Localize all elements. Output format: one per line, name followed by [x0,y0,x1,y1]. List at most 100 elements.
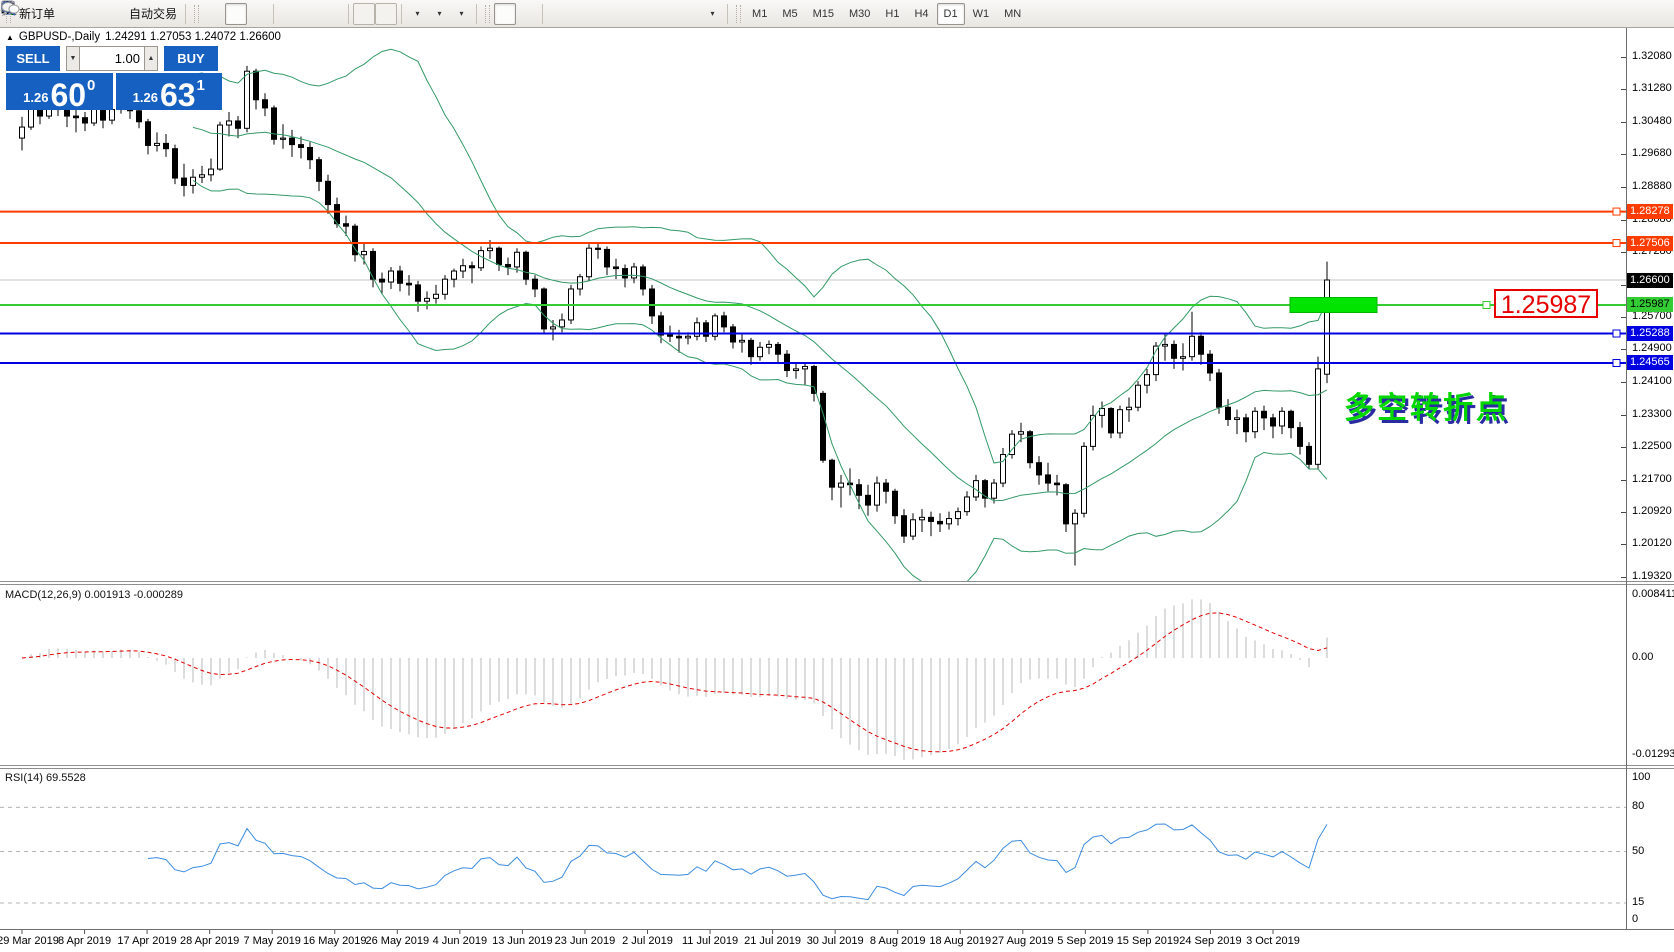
price-tick-mark [1621,122,1626,123]
timeframe-button-h4[interactable]: H4 [907,3,935,25]
macd-axis-label: 0.008411 [1632,588,1674,600]
macd-pane [22,599,1327,760]
toolbar-grip[interactable] [485,5,490,23]
sell-price-big: 60 [50,80,86,110]
indicators-dropdown[interactable]: ▾ [416,9,420,18]
chart-annotation-text[interactable]: 多空转折点 [1344,383,1509,427]
date-axis-label: 3 Oct 2019 [1233,935,1313,947]
price-tick-mark [1621,317,1626,318]
macd-axis-label: 0.00 [1632,651,1653,663]
horizontal-level-lines[interactable] [0,208,1626,366]
rsi-axis-label: 100 [1632,771,1650,783]
zoom-in-button[interactable] [278,3,300,25]
text-tool[interactable]: A [657,3,679,25]
tile-windows-button[interactable] [322,3,344,25]
sell-price-display[interactable]: 1.26 60 0 [6,73,113,110]
channel-tool[interactable]: E [613,3,635,25]
price-tick-label: 1.29680 [1632,147,1672,159]
pane-separator[interactable] [0,765,1674,769]
price-tick-mark [1621,544,1626,545]
autotrade-button[interactable]: 自动交易 [125,3,181,25]
vertical-line-tool[interactable] [547,3,569,25]
bollinger-bands [193,49,1327,591]
templates-button[interactable]: ▾ [450,3,472,25]
timeframe-button-h1[interactable]: H1 [878,3,906,25]
timeframe-bar: M1M5M15M30H1H4D1W1MN [745,3,1028,25]
price-tick-label: 1.20920 [1632,505,1672,517]
price-tick-mark [1621,447,1626,448]
search-button[interactable] [1538,3,1560,25]
price-tick-mark [1621,220,1626,221]
macd-label: MACD(12,26,9) 0.001913 -0.000289 [5,589,183,601]
price-tick-mark [1621,415,1626,416]
timeframe-button-m1[interactable]: M1 [745,3,774,25]
auto-scroll-button[interactable] [353,3,375,25]
collapse-icon[interactable]: ▲ [6,33,14,42]
arrows-dropdown[interactable]: ▾ [711,9,715,18]
new-order-button[interactable]: 新订单 [15,3,59,25]
timeframe-button-m5[interactable]: M5 [775,3,804,25]
chart-shift-button[interactable] [375,3,397,25]
one-click-trading-panel: SELL ▼ ▲ BUY 1.26 60 0 1.26 63 1 [6,46,222,110]
volume-decrease-button[interactable]: ▼ [66,46,80,71]
timeframe-button-m15[interactable]: M15 [806,3,841,25]
text-label-tool[interactable]: T [679,3,701,25]
toolbar: 新订单 自动交易 [0,0,1674,28]
price-tick-mark [1621,349,1626,350]
price-callout-label[interactable]: 1.25987 [1494,289,1598,318]
chart-canvas[interactable] [0,0,1674,952]
timeframe-button-d1[interactable]: D1 [937,3,965,25]
timeframe-button-mn[interactable]: MN [997,3,1028,25]
toolbar-grip[interactable] [194,5,199,23]
buy-price-display[interactable]: 1.26 63 1 [116,73,223,110]
timeframe-button-m30[interactable]: M30 [842,3,877,25]
rsi-pane [0,807,1626,903]
chat-icon [0,0,20,16]
horizontal-line-tool[interactable] [569,3,591,25]
templates-dropdown[interactable]: ▾ [460,9,464,18]
periods-dropdown[interactable]: ▾ [438,9,442,18]
highlight-rectangle[interactable] [1290,297,1377,312]
fibonacci-tool[interactable]: F [635,3,657,25]
signals-button[interactable] [103,3,125,25]
crosshair-tool-button[interactable] [516,3,538,25]
buy-price-prefix: 1.26 [133,90,158,105]
cursor-tool-button[interactable] [494,3,516,25]
price-tick-label: 1.30480 [1632,115,1672,127]
autotrade-label: 自动交易 [129,5,177,22]
price-tick-mark [1621,89,1626,90]
arrows-tool[interactable]: ▾ [701,3,723,25]
sell-button[interactable]: SELL [6,46,60,71]
price-tick-label: 1.19320 [1632,570,1672,582]
price-tick-mark [1621,382,1626,383]
history-button[interactable] [59,3,81,25]
price-axis-badge: 1.25987 [1627,297,1673,312]
price-axis-badge: 1.24565 [1627,355,1673,370]
symbol-period-label: GBPUSD-,Daily [19,31,100,43]
profile-button[interactable] [81,3,103,25]
price-tick-label: 1.24900 [1632,342,1672,354]
price-tick-label: 1.32080 [1632,50,1672,62]
sell-price-prefix: 1.26 [23,90,48,105]
buy-button[interactable]: BUY [164,46,218,71]
line-chart-button[interactable] [247,3,269,25]
volume-input[interactable] [80,46,144,71]
price-axis-badge: 1.26600 [1627,273,1673,288]
zoom-out-button[interactable] [300,3,322,25]
chat-button[interactable] [1564,3,1586,25]
price-tick-label: 1.23300 [1632,408,1672,420]
price-tick-mark [1621,57,1626,58]
toolbar-grip[interactable] [736,5,741,23]
buy-price-sup: 1 [197,77,205,94]
price-tick-mark [1621,154,1626,155]
price-tick-label: 1.20120 [1632,537,1672,549]
trendline-tool[interactable] [591,3,613,25]
timeframe-button-w1[interactable]: W1 [966,3,997,25]
pane-separator[interactable] [0,581,1674,585]
indicators-button[interactable]: ▾ [406,3,428,25]
bar-chart-button[interactable] [203,3,225,25]
volume-increase-button[interactable]: ▲ [144,46,158,71]
periods-button[interactable]: ▾ [428,3,450,25]
mt4-window: 新订单 自动交易 [0,0,1674,952]
candlestick-chart-button[interactable] [225,3,247,25]
